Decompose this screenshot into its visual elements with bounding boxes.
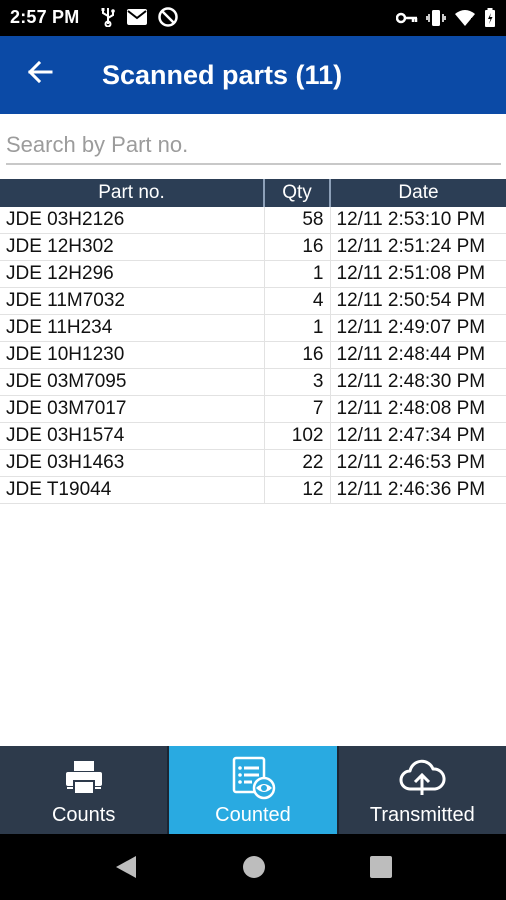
table-row[interactable]: JDE 10H1230 16 12/11 2:48:44 PM (0, 341, 506, 369)
date-cell: 12/11 2:46:53 PM (330, 449, 506, 477)
status-time: 2:57 PM (10, 7, 80, 27)
page-title: Scanned parts (11) (102, 60, 343, 90)
recents-square-icon[interactable] (370, 856, 392, 883)
nav-transmitted-button[interactable]: Transmitted (339, 746, 506, 834)
part-no-cell: JDE T19044 (0, 476, 265, 504)
column-header-part[interactable]: Part no. (0, 179, 265, 207)
vibrate-icon (426, 9, 446, 32)
qty-cell: 4 (264, 287, 331, 315)
table-row[interactable]: JDE 11M7032 4 12/11 2:50:54 PM (0, 287, 506, 315)
status-left-icons (100, 7, 178, 32)
qty-cell: 12 (264, 476, 331, 504)
nav-transmitted-label: Transmitted (369, 804, 475, 826)
date-cell: 12/11 2:49:07 PM (330, 314, 506, 342)
table-header-row: Part no. Qty Date (0, 179, 506, 207)
part-no-cell: JDE 11M7032 (0, 287, 265, 315)
qty-cell: 102 (264, 422, 331, 450)
do-not-disturb-icon (158, 7, 178, 32)
table-row[interactable]: JDE 03H1574 102 12/11 2:47:34 PM (0, 422, 506, 450)
qty-cell: 16 (264, 341, 331, 369)
qty-cell: 1 (264, 260, 331, 288)
part-no-cell: JDE 03H1463 (0, 449, 265, 477)
back-button[interactable] (20, 54, 60, 94)
table-row[interactable]: JDE 11H234 1 12/11 2:49:07 PM (0, 314, 506, 342)
cloud-upload-icon (398, 758, 446, 798)
qty-cell: 7 (264, 395, 331, 423)
counted-list-icon (230, 756, 276, 800)
nav-counts-button[interactable]: Counts (0, 746, 170, 834)
date-cell: 12/11 2:48:44 PM (330, 341, 506, 369)
part-no-cell: JDE 03M7095 (0, 368, 265, 396)
date-cell: 12/11 2:48:08 PM (330, 395, 506, 423)
date-cell: 12/11 2:47:34 PM (330, 422, 506, 450)
column-header-date[interactable]: Date (330, 179, 506, 207)
parts-table: Part no. Qty Date JDE 03H2126 58 12/11 2… (0, 179, 506, 504)
date-cell: 12/11 2:53:10 PM (330, 207, 506, 234)
nav-counted-button[interactable]: Counted (169, 746, 339, 834)
part-no-cell: JDE 03H2126 (0, 207, 265, 234)
usb-icon (100, 7, 116, 32)
qty-cell: 16 (264, 233, 331, 261)
table-row[interactable]: JDE 03M7017 7 12/11 2:48:08 PM (0, 395, 506, 423)
wifi-icon (454, 9, 476, 32)
part-no-cell: JDE 10H1230 (0, 341, 265, 369)
table-row[interactable]: JDE 12H296 1 12/11 2:51:08 PM (0, 260, 506, 288)
battery-icon (484, 8, 496, 33)
arrow-left-icon (27, 60, 53, 89)
qty-cell: 58 (264, 207, 331, 234)
table-row[interactable]: JDE 03M7095 3 12/11 2:48:30 PM (0, 368, 506, 396)
nav-counted-label: Counted (215, 804, 291, 826)
status-bar: 2:57 PM (0, 0, 506, 36)
mail-icon (126, 8, 148, 31)
app-bar: Scanned parts (11) (0, 36, 506, 114)
qty-cell: 1 (264, 314, 331, 342)
date-cell: 12/11 2:48:30 PM (330, 368, 506, 396)
table-row[interactable]: JDE T19044 12 12/11 2:46:36 PM (0, 476, 506, 504)
bottom-nav: Counts Counted Transmitted (0, 746, 506, 834)
qty-cell: 3 (264, 368, 331, 396)
date-cell: 12/11 2:50:54 PM (330, 287, 506, 315)
home-circle-icon[interactable] (242, 855, 266, 884)
system-nav-bar (0, 834, 506, 900)
part-no-cell: JDE 12H296 (0, 260, 265, 288)
table-row[interactable]: JDE 03H1463 22 12/11 2:46:53 PM (0, 449, 506, 477)
date-cell: 12/11 2:51:08 PM (330, 260, 506, 288)
date-cell: 12/11 2:46:36 PM (330, 476, 506, 504)
nav-counts-label: Counts (51, 804, 116, 826)
part-no-cell: JDE 03M7017 (0, 395, 265, 423)
part-no-cell: JDE 03H1574 (0, 422, 265, 450)
part-no-cell: JDE 12H302 (0, 233, 265, 261)
column-header-qty[interactable]: Qty (264, 179, 331, 207)
status-right-icons (395, 8, 496, 33)
table-row[interactable]: JDE 12H302 16 12/11 2:51:24 PM (0, 233, 506, 261)
printer-icon (64, 758, 104, 798)
vpn-key-icon (395, 11, 418, 30)
qty-cell: 22 (264, 449, 331, 477)
table-row[interactable]: JDE 03H2126 58 12/11 2:53:10 PM (0, 207, 506, 234)
search-input[interactable] (6, 127, 501, 165)
date-cell: 12/11 2:51:24 PM (330, 233, 506, 261)
back-triangle-icon[interactable] (114, 854, 138, 885)
search-container (6, 127, 501, 167)
part-no-cell: JDE 11H234 (0, 314, 265, 342)
